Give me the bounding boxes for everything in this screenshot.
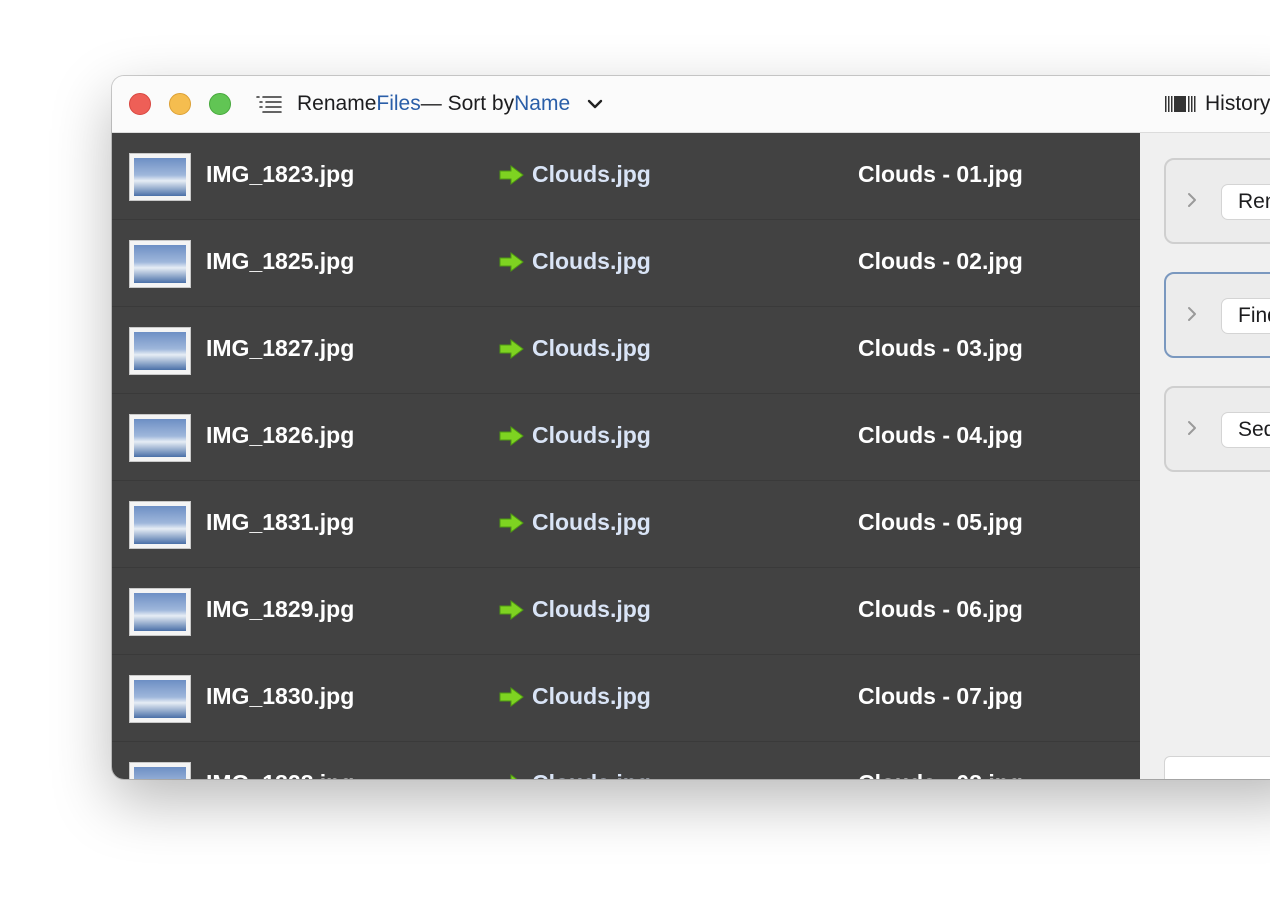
file-row[interactable]: IMG_1825.jpg Clouds.jpg Clouds - 02.jpg: [112, 220, 1140, 307]
rule-card-rename[interactable]: Rename: [1164, 158, 1270, 244]
new-filename: Clouds - 03.jpg: [858, 335, 1023, 361]
file-row[interactable]: IMG_1830.jpg Clouds.jpg Clouds - 07.jpg: [112, 655, 1140, 742]
image-thumbnail: [129, 327, 191, 375]
arrow-right-icon: [499, 426, 524, 446]
rename-pattern: Clouds.jpg: [532, 422, 651, 448]
list-icon: [256, 96, 282, 113]
arrow-right-icon: [499, 513, 524, 533]
rename-pattern: Clouds.jpg: [532, 509, 651, 535]
original-filename: IMG_1831.jpg: [206, 509, 355, 535]
rename-pattern: Clouds.jpg: [532, 683, 651, 709]
original-filename: IMG_1826.jpg: [206, 422, 355, 448]
image-thumbnail: [129, 501, 191, 549]
image-thumbnail: [129, 675, 191, 723]
new-filename: Clouds - 07.jpg: [858, 683, 1023, 709]
rename-sort-menu[interactable]: Rename Files — Sort by Name: [256, 89, 604, 119]
rename-pattern: Clouds.jpg: [532, 596, 651, 622]
file-row[interactable]: IMG_1829.jpg Clouds.jpg Clouds - 06.jpg: [112, 568, 1140, 655]
chevron-right-icon[interactable]: [1186, 418, 1198, 438]
image-thumbnail: [129, 240, 191, 288]
rename-pattern: Clouds.jpg: [532, 248, 651, 274]
rename-pattern: Clouds.jpg: [532, 770, 651, 779]
file-row[interactable]: IMG_1827.jpg Clouds.jpg Clouds - 03.jpg: [112, 307, 1140, 394]
original-filename: IMG_1827.jpg: [206, 335, 355, 361]
image-thumbnail: [129, 588, 191, 636]
original-filename: IMG_1828.jpg: [206, 770, 354, 779]
arrow-right-icon: [499, 165, 524, 185]
arrow-right-icon: [499, 600, 524, 620]
zoom-window-button[interactable]: [209, 93, 231, 115]
new-filename: Clouds - 06.jpg: [858, 596, 1023, 622]
title-prefix: Rename: [297, 92, 377, 115]
original-filename: IMG_1829.jpg: [206, 596, 355, 622]
rules-panel: Rename Find Sequence: [1140, 133, 1270, 779]
rename-pattern: Clouds.jpg: [532, 335, 651, 361]
close-window-button[interactable]: [129, 93, 151, 115]
rule-type-selector[interactable]: Rename: [1221, 184, 1270, 220]
new-filename: Clouds - 08.jpg: [858, 770, 1023, 779]
history-label: History: [1205, 92, 1270, 115]
file-list[interactable]: IMG_1823.jpg Clouds.jpg Clouds - 01.jpg …: [112, 133, 1140, 779]
chevron-down-icon: [587, 99, 603, 109]
rule-type-selector[interactable]: Sequence: [1221, 412, 1270, 448]
new-filename: Clouds - 02.jpg: [858, 248, 1023, 274]
rule-card-sequence[interactable]: Sequence: [1164, 386, 1270, 472]
file-row[interactable]: IMG_1828.jpg Clouds.jpg Clouds - 08.jpg: [112, 742, 1140, 779]
rule-type-selector[interactable]: Find: [1221, 298, 1270, 334]
arrow-right-icon: [499, 687, 524, 707]
app-window: Rename Files — Sort by Name History IMG_…: [112, 76, 1270, 779]
new-filename: Clouds - 01.jpg: [858, 161, 1023, 187]
file-row[interactable]: IMG_1823.jpg Clouds.jpg Clouds - 01.jpg: [112, 133, 1140, 220]
history-button[interactable]: History: [1165, 89, 1270, 119]
image-thumbnail: [129, 414, 191, 462]
title-bar: Rename Files — Sort by Name History: [112, 76, 1270, 133]
chevron-right-icon[interactable]: [1186, 190, 1198, 210]
preview-box: [1164, 756, 1270, 779]
minimize-window-button[interactable]: [169, 93, 191, 115]
sort-key: Name: [514, 92, 571, 115]
arrow-right-icon: [510, 774, 518, 779]
rename-target: Files: [376, 92, 421, 115]
image-thumbnail: [129, 762, 191, 779]
rename-pattern: Clouds.jpg: [532, 161, 651, 187]
title-middle: — Sort by: [420, 92, 515, 115]
rule-card-find[interactable]: Find: [1164, 272, 1270, 358]
new-filename: Clouds - 04.jpg: [858, 422, 1023, 448]
arrow-right-icon: [499, 339, 524, 359]
original-filename: IMG_1830.jpg: [206, 683, 355, 709]
chevron-right-icon[interactable]: [1186, 304, 1198, 324]
image-thumbnail: [129, 153, 191, 201]
arrow-right-icon: [499, 252, 524, 272]
new-filename: Clouds - 05.jpg: [858, 509, 1023, 535]
barcode-icon: [1165, 96, 1196, 112]
original-filename: IMG_1825.jpg: [206, 248, 355, 274]
original-filename: IMG_1823.jpg: [206, 161, 355, 187]
file-row[interactable]: IMG_1831.jpg Clouds.jpg Clouds - 05.jpg: [112, 481, 1140, 568]
file-row[interactable]: IMG_1826.jpg Clouds.jpg Clouds - 04.jpg: [112, 394, 1140, 481]
